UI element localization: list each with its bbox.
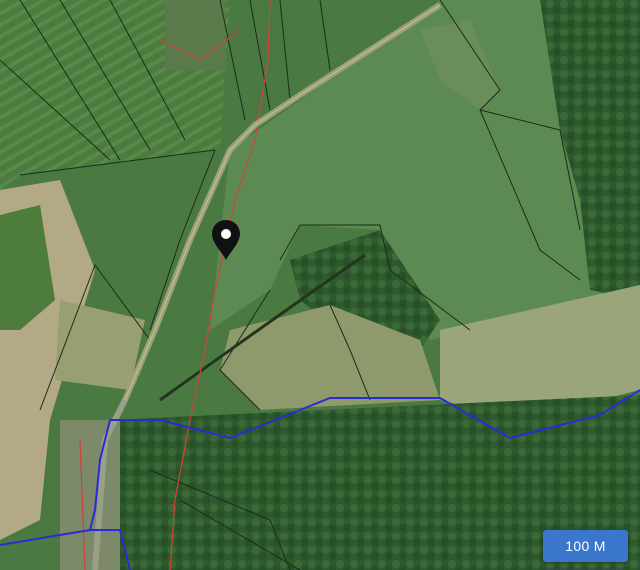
scale-label: 100 M [565, 538, 606, 554]
satellite-imagery [0, 0, 640, 570]
village [60, 420, 120, 570]
map-view[interactable]: 100 M [0, 0, 640, 570]
scale-bar: 100 M [543, 530, 628, 562]
